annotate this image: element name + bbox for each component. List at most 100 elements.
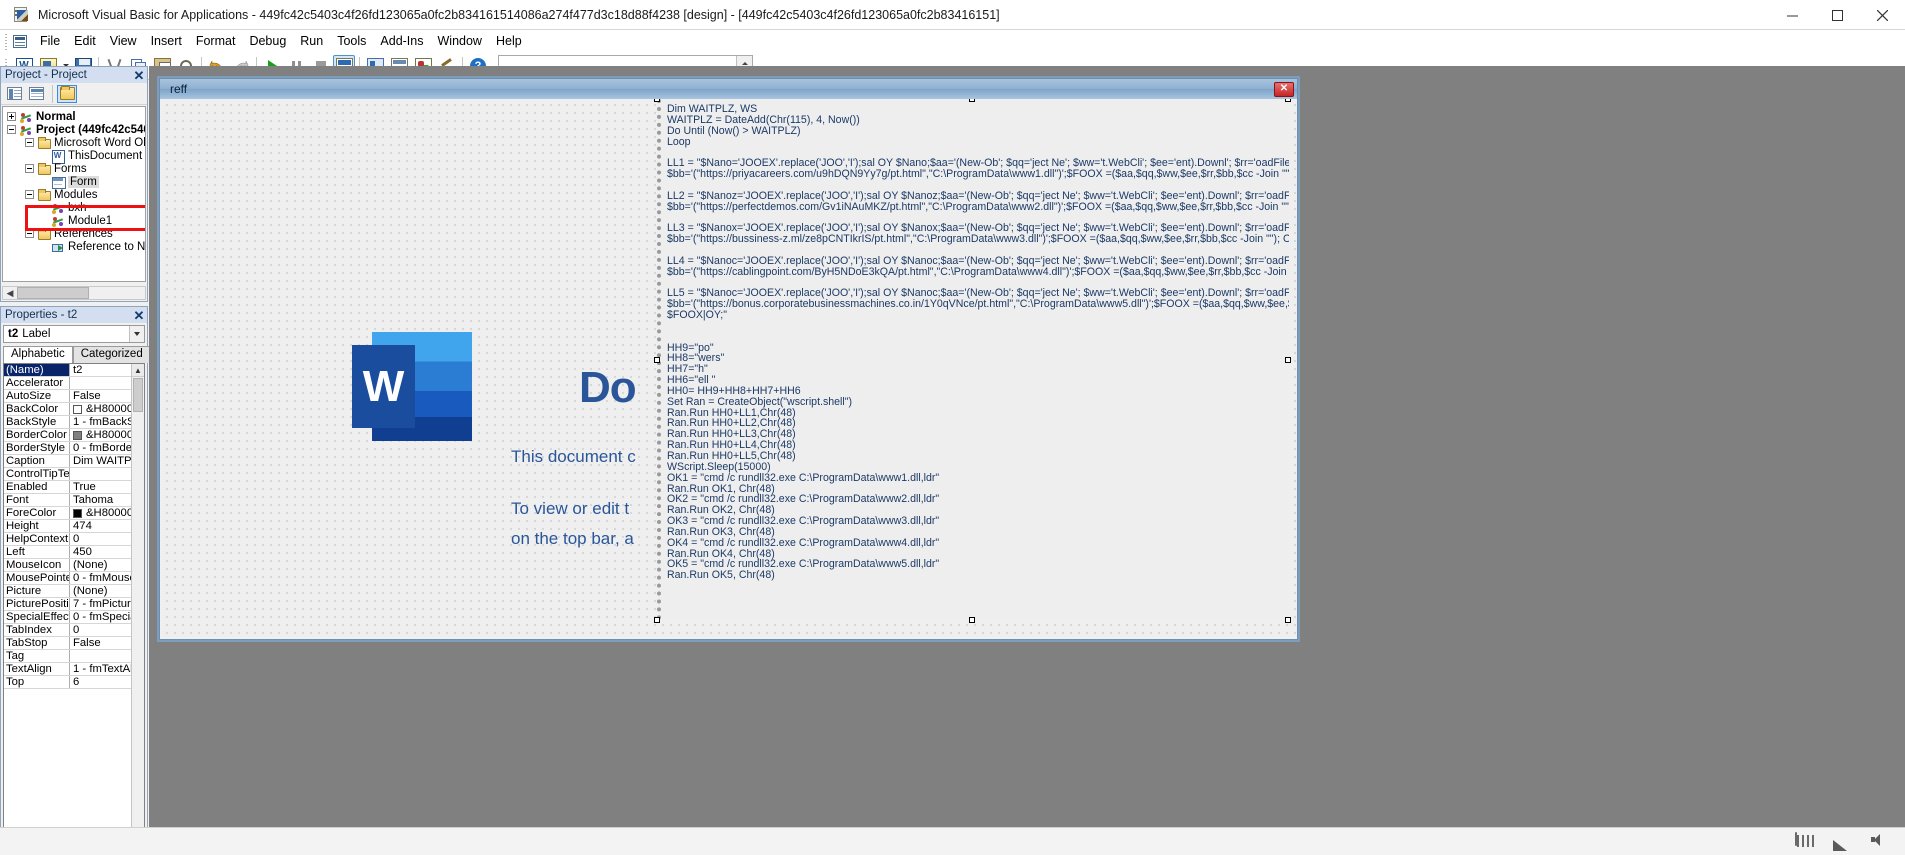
scrollbar-thumb[interactable] [17, 287, 89, 299]
minimize-button[interactable] [1770, 0, 1815, 30]
menu-insert[interactable]: Insert [144, 32, 189, 50]
folder-icon [59, 86, 75, 100]
property-row-forecolor[interactable]: ForeColor &H8000001 [4, 507, 144, 520]
close-button[interactable] [1860, 0, 1905, 30]
resize-handle-top-right[interactable] [1285, 99, 1291, 102]
menu-format[interactable]: Format [189, 32, 243, 50]
properties-close-button[interactable]: ✕ [133, 309, 145, 322]
tree-item-thisdocument[interactable]: ThisDocument [3, 149, 145, 164]
scroll-up-icon[interactable]: ▲ [132, 364, 144, 377]
system-tray [1795, 828, 1905, 855]
menu-window[interactable]: Window [431, 32, 489, 50]
property-row-tag[interactable]: Tag [4, 650, 144, 663]
property-row-top[interactable]: Top 6 [4, 676, 144, 689]
property-row-tabindex[interactable]: TabIndex 0 [4, 624, 144, 637]
property-row-accelerator[interactable]: Accelerator [4, 377, 144, 390]
tree-item-references[interactable]: References [3, 227, 145, 240]
tree-item-form[interactable]: Form [3, 175, 145, 189]
keyboard-layout-icon[interactable] [1795, 832, 1817, 851]
menu-run[interactable]: Run [293, 32, 330, 50]
property-key: Font [4, 494, 70, 506]
label-control-t2[interactable]: Dim WAITPLZ, WS WAITPLZ = DateAdd(Chr(11… [657, 99, 1289, 620]
toggle-folders-button[interactable] [57, 84, 77, 103]
resize-handle-bottom-right[interactable] [1285, 617, 1291, 623]
menu-edit[interactable]: Edit [67, 32, 103, 50]
resize-handle-top-center[interactable] [969, 99, 975, 102]
property-row-autosize[interactable]: AutoSize False [4, 390, 144, 403]
project-tree-horizontal-scrollbar[interactable]: ◀ [2, 286, 146, 300]
expander-minus-icon[interactable] [7, 125, 16, 134]
menu-debug[interactable]: Debug [242, 32, 293, 50]
property-row-mouseicon[interactable]: MouseIcon (None) [4, 559, 144, 572]
userform-close-button[interactable]: ✕ [1274, 81, 1294, 97]
expander-plus-icon[interactable] [7, 112, 16, 121]
property-row-backcolor[interactable]: BackColor &H8000000 [4, 403, 144, 416]
property-row-name[interactable]: (Name) t2 [4, 364, 144, 377]
resize-handle-bottom-center[interactable] [969, 617, 975, 623]
userform-title-bar[interactable]: reff ✕ [160, 79, 1297, 99]
expander-minus-icon[interactable] [25, 229, 34, 238]
properties-title-bar: Properties - t2 ✕ [1, 307, 147, 323]
property-row-specialeffect[interactable]: SpecialEffect 0 - fmSpecialEf [4, 611, 144, 624]
resize-handle-bottom-left[interactable] [654, 617, 660, 623]
tree-item-word-objects[interactable]: Microsoft Word Objects [3, 136, 145, 149]
tree-item-label: Form [68, 175, 99, 188]
property-row-bordercolor[interactable]: BorderColor &H8000000 [4, 429, 144, 442]
property-key: Tag [4, 650, 70, 662]
chevron-down-icon[interactable] [129, 326, 144, 342]
userform-canvas[interactable]: Do This document c To view or edit t on … [161, 99, 1296, 638]
property-row-mousepointer[interactable]: MousePointer 0 - fmMousePoi [4, 572, 144, 585]
object-selector-combobox[interactable]: t2 Label [3, 325, 145, 343]
property-row-font[interactable]: Font Tahoma [4, 494, 144, 507]
property-row-controltiptext[interactable]: ControlTipText [4, 468, 144, 481]
resize-handle-middle-right[interactable] [1285, 357, 1291, 363]
property-row-helpcontextid[interactable]: HelpContextID 0 [4, 533, 144, 546]
property-row-tabstop[interactable]: TabStop False [4, 637, 144, 650]
tree-item-bxh[interactable]: bxh [3, 201, 145, 214]
network-icon[interactable] [1833, 833, 1855, 851]
tree-item-reference-to-normal[interactable]: Reference to Normal [3, 240, 145, 253]
menu-add-ins[interactable]: Add-Ins [373, 32, 430, 50]
scrollbar-thumb[interactable] [133, 378, 143, 412]
property-row-borderstyle[interactable]: BorderStyle 0 - fmBorderSty [4, 442, 144, 455]
view-code-button[interactable] [4, 85, 24, 103]
expander-minus-icon[interactable] [25, 138, 34, 147]
menu-file[interactable]: File [33, 32, 67, 50]
resize-handle-middle-left[interactable] [654, 357, 660, 363]
tree-item-module1[interactable]: Module1 [3, 214, 145, 227]
tree-item-project[interactable]: Project (449fc42c5403c [3, 123, 145, 136]
property-row-textalign[interactable]: TextAlign 1 - fmTextAlign [4, 663, 144, 676]
scroll-left-icon[interactable]: ◀ [3, 287, 17, 299]
view-object-button[interactable] [26, 85, 46, 103]
menu-tools[interactable]: Tools [330, 32, 373, 50]
tree-item-label: References [54, 227, 113, 240]
menu-help[interactable]: Help [489, 32, 529, 50]
vba-document-icon [10, 32, 30, 50]
property-row-left[interactable]: Left 450 [4, 546, 144, 559]
property-row-backstyle[interactable]: BackStyle 1 - fmBackStyle [4, 416, 144, 429]
menu-view[interactable]: View [103, 32, 144, 50]
project-tree[interactable]: Normal Project (449fc42c5403c Microsoft … [2, 106, 146, 282]
property-row-enabled[interactable]: Enabled True [4, 481, 144, 494]
project-explorer-close-button[interactable]: ✕ [133, 69, 145, 82]
expander-minus-icon[interactable] [25, 164, 34, 173]
tree-item-modules[interactable]: Modules [3, 188, 145, 201]
tab-categorized[interactable]: Categorized [72, 346, 151, 363]
resize-handle-top-left[interactable] [654, 99, 660, 102]
tree-item-normal[interactable]: Normal [3, 110, 145, 123]
tab-alphabetic[interactable]: Alphabetic [3, 346, 73, 363]
tree-item-label: bxh [68, 201, 87, 214]
word-document-icon [51, 149, 65, 164]
property-row-height[interactable]: Height 474 [4, 520, 144, 533]
properties-grid[interactable]: (Name) t2 Accelerator AutoSize False Bac… [3, 363, 145, 855]
property-row-picture[interactable]: Picture (None) [4, 585, 144, 598]
volume-icon[interactable] [1871, 833, 1893, 851]
menu-grip-handle[interactable] [2, 32, 10, 50]
property-row-pictureposition[interactable]: PicturePosition 7 - fmPicturePo [4, 598, 144, 611]
expander-minus-icon[interactable] [25, 190, 34, 199]
maximize-button[interactable] [1815, 0, 1860, 30]
tree-item-forms[interactable]: Forms [3, 162, 145, 175]
property-row-caption[interactable]: Caption Dim WAITPLZ, ' [4, 455, 144, 468]
window-title: Microsoft Visual Basic for Applications … [38, 7, 1000, 22]
properties-vertical-scrollbar[interactable]: ▲ ▼ [131, 364, 144, 855]
